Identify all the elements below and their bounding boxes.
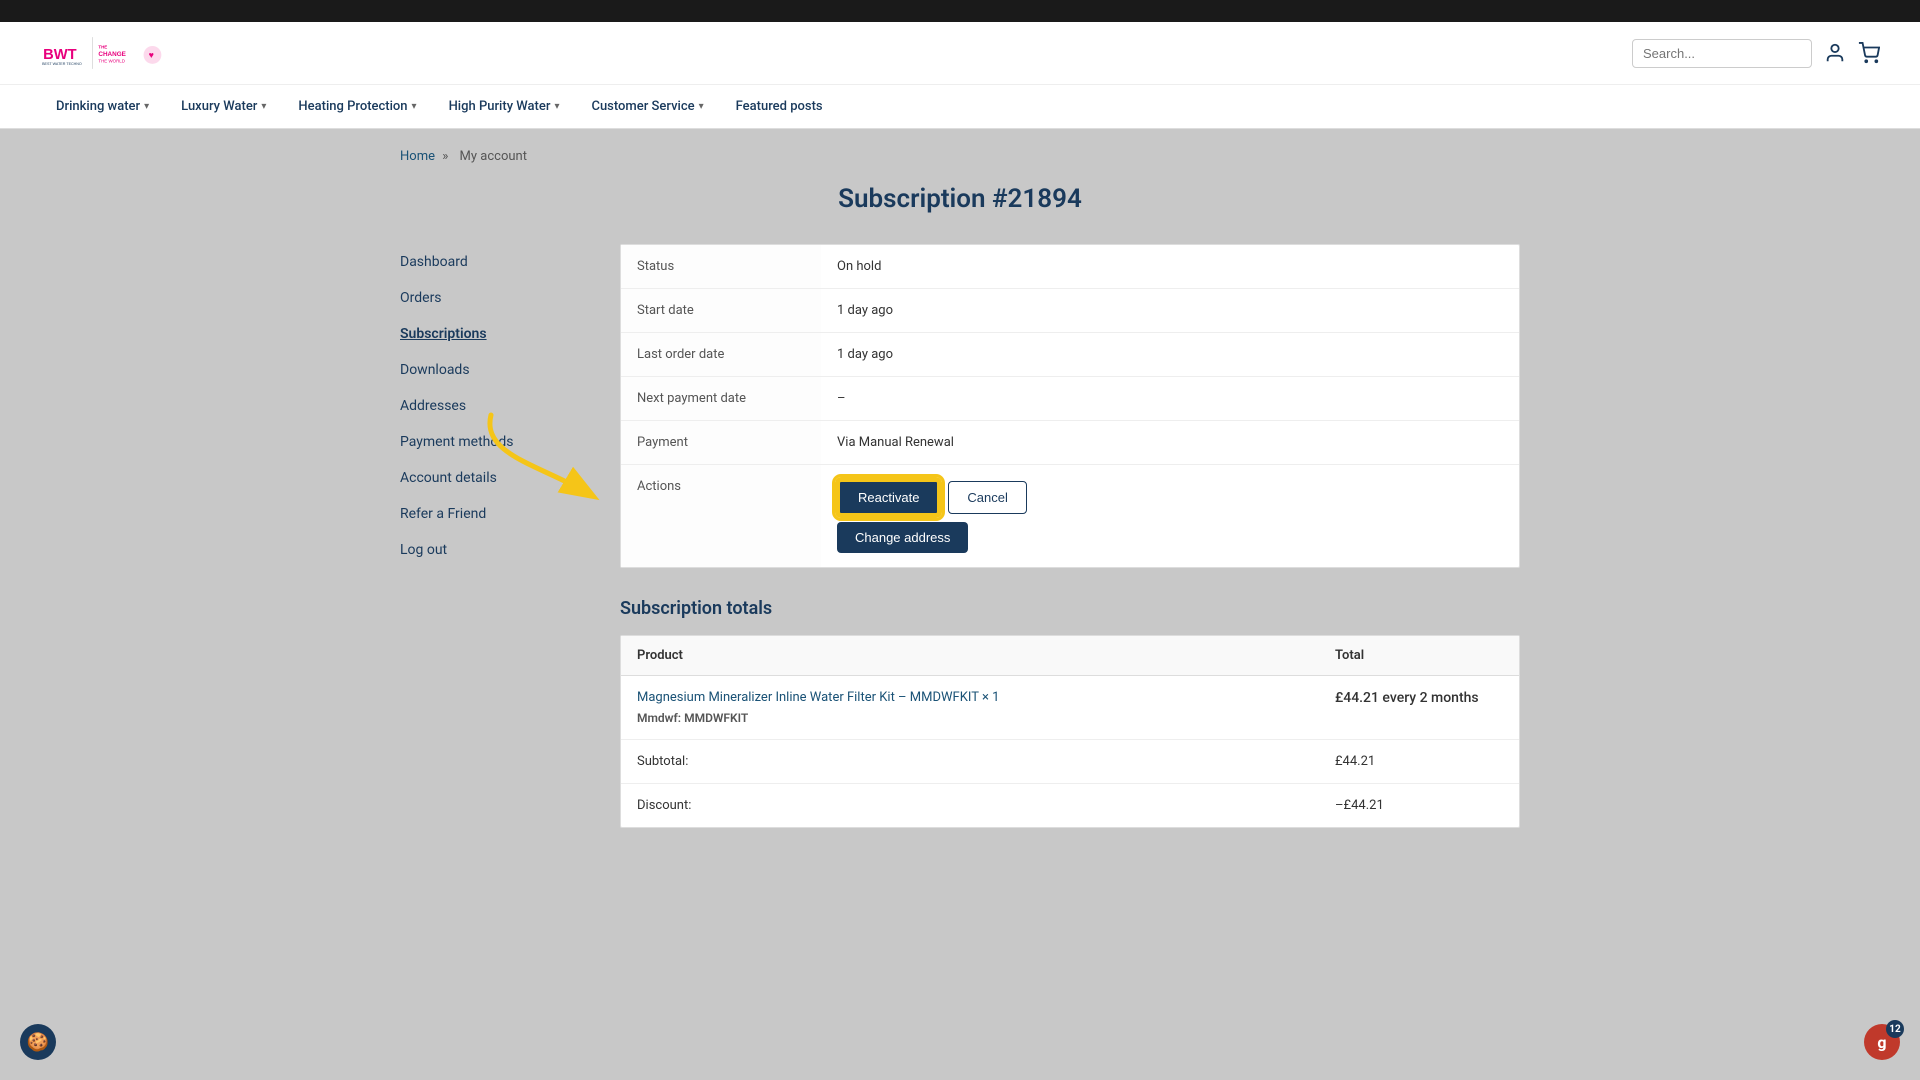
sidebar-item-payment-methods[interactable]: Payment methods xyxy=(400,424,580,460)
chevron-down-icon: ▾ xyxy=(412,101,417,112)
nav-item-heating-protection[interactable]: Heating Protection ▾ xyxy=(282,85,432,128)
product-sku: Mmdwf: MMDWFKIT xyxy=(637,711,1303,725)
next-payment-label: Next payment date xyxy=(621,377,821,420)
sidebar-item-subscriptions[interactable]: Subscriptions xyxy=(400,316,580,352)
chevron-down-icon: ▾ xyxy=(144,101,149,112)
discount-value: –£44.21 xyxy=(1319,784,1519,827)
chevron-down-icon: ▾ xyxy=(554,101,559,112)
last-order-row: Last order date 1 day ago xyxy=(621,333,1519,377)
start-date-label: Start date xyxy=(621,289,821,332)
page-content: Home » My account Subscription #21894 Da… xyxy=(360,129,1560,848)
breadcrumb: Home » My account xyxy=(400,149,1520,164)
sidebar: Dashboard Orders Subscriptions Downloads… xyxy=(400,244,580,828)
nav-bar: Drinking water ▾ Luxury Water ▾ Heating … xyxy=(0,85,1920,129)
svg-text:CHANGE: CHANGE xyxy=(98,51,126,58)
chevron-down-icon: ▾ xyxy=(699,101,704,112)
main-content: Status On hold Start date 1 day ago Last… xyxy=(620,244,1520,828)
totals-table: Product Total Magnesium Mineralizer Inli… xyxy=(620,635,1520,828)
nav-item-high-purity-water[interactable]: High Purity Water ▾ xyxy=(433,85,576,128)
search-input[interactable] xyxy=(1632,39,1812,68)
nav-item-customer-service[interactable]: Customer Service ▾ xyxy=(575,85,719,128)
sidebar-item-refer-friend[interactable]: Refer a Friend xyxy=(400,496,580,532)
totals-header: Product Total xyxy=(621,636,1519,676)
product-price: £44.21 every 2 months xyxy=(1335,690,1503,706)
sku-label: Mmdwf: xyxy=(637,711,681,725)
breadcrumb-home[interactable]: Home xyxy=(400,149,435,164)
page-title: Subscription #21894 xyxy=(400,184,1520,214)
chevron-down-icon: ▾ xyxy=(261,101,266,112)
discount-row: Discount: –£44.21 xyxy=(621,784,1519,827)
product-name: Magnesium Mineralizer Inline Water Filte… xyxy=(637,690,1303,705)
header-icons xyxy=(1632,39,1880,68)
svg-text:THE: THE xyxy=(98,45,107,50)
totals-col-total: Total xyxy=(1319,636,1519,675)
actions-label: Actions xyxy=(621,465,821,567)
user-icon[interactable] xyxy=(1824,42,1846,64)
btn-row: Reactivate Cancel xyxy=(837,479,1027,516)
totals-price-cell: £44.21 every 2 months xyxy=(1319,676,1519,739)
sku-value: MMDWFKIT xyxy=(684,711,748,725)
cookie-icon[interactable]: 🍪 xyxy=(20,1024,56,1060)
totals-product-row: Magnesium Mineralizer Inline Water Filte… xyxy=(621,676,1519,740)
totals-title: Subscription totals xyxy=(620,598,1520,619)
status-label: Status xyxy=(621,245,821,288)
discount-label: Discount: xyxy=(621,784,1319,827)
chat-badge: 12 xyxy=(1886,1020,1904,1038)
top-bar xyxy=(0,0,1920,22)
sidebar-item-account-details[interactable]: Account details xyxy=(400,460,580,496)
header: BWT BEST WATER TECHNOLOGY THE CHANGE THE… xyxy=(0,22,1920,85)
cart-icon[interactable] xyxy=(1858,42,1880,64)
last-order-label: Last order date xyxy=(621,333,821,376)
bwt-logo[interactable]: BWT BEST WATER TECHNOLOGY xyxy=(40,32,82,74)
change-address-button[interactable]: Change address xyxy=(837,522,968,553)
subtotal-row: Subtotal: £44.21 xyxy=(621,740,1519,784)
breadcrumb-separator: » xyxy=(442,149,448,164)
chat-widget[interactable]: g 12 xyxy=(1864,1024,1900,1060)
actions-value: Reactivate Cancel Change address xyxy=(821,465,1519,567)
subscription-table: Status On hold Start date 1 day ago Last… xyxy=(620,244,1520,568)
start-date-value: 1 day ago xyxy=(821,289,1519,332)
search-wrap xyxy=(1632,39,1812,68)
account-layout: Dashboard Orders Subscriptions Downloads… xyxy=(400,244,1520,828)
logo-area: BWT BEST WATER TECHNOLOGY THE CHANGE THE… xyxy=(40,32,162,74)
actions-buttons: Reactivate Cancel Change address xyxy=(837,479,1503,553)
subtotal-label: Subtotal: xyxy=(621,740,1319,783)
totals-col-product: Product xyxy=(621,636,1319,675)
nav-item-drinking-water[interactable]: Drinking water ▾ xyxy=(40,85,165,128)
start-date-row: Start date 1 day ago xyxy=(621,289,1519,333)
payment-value: Via Manual Renewal xyxy=(821,421,1519,464)
sidebar-item-dashboard[interactable]: Dashboard xyxy=(400,244,580,280)
breadcrumb-current: My account xyxy=(460,149,527,164)
next-payment-row: Next payment date – xyxy=(621,377,1519,421)
totals-product-cell: Magnesium Mineralizer Inline Water Filte… xyxy=(621,676,1319,739)
sidebar-item-downloads[interactable]: Downloads xyxy=(400,352,580,388)
change-world-logo: THE CHANGE THE WORLD ♥ xyxy=(92,32,162,74)
sidebar-item-orders[interactable]: Orders xyxy=(400,280,580,316)
actions-row: Actions xyxy=(621,465,1519,567)
sidebar-item-addresses[interactable]: Addresses xyxy=(400,388,580,424)
status-row: Status On hold xyxy=(621,245,1519,289)
nav-item-luxury-water[interactable]: Luxury Water ▾ xyxy=(165,85,282,128)
payment-row: Payment Via Manual Renewal xyxy=(621,421,1519,465)
subtotal-value: £44.21 xyxy=(1319,740,1519,783)
sidebar-item-logout[interactable]: Log out xyxy=(400,532,580,568)
chat-icon: g xyxy=(1877,1033,1886,1052)
svg-text:THE WORLD: THE WORLD xyxy=(98,59,125,64)
svg-text:BEST WATER TECHNOLOGY: BEST WATER TECHNOLOGY xyxy=(42,62,82,66)
svg-text:BWT: BWT xyxy=(43,47,76,63)
payment-label: Payment xyxy=(621,421,821,464)
svg-text:♥: ♥ xyxy=(149,51,154,61)
cancel-button[interactable]: Cancel xyxy=(948,481,1026,514)
reactivate-button[interactable]: Reactivate xyxy=(837,479,940,516)
nav-item-featured-posts[interactable]: Featured posts xyxy=(720,85,839,128)
next-payment-value: – xyxy=(821,377,1519,420)
status-value: On hold xyxy=(821,245,1519,288)
last-order-value: 1 day ago xyxy=(821,333,1519,376)
